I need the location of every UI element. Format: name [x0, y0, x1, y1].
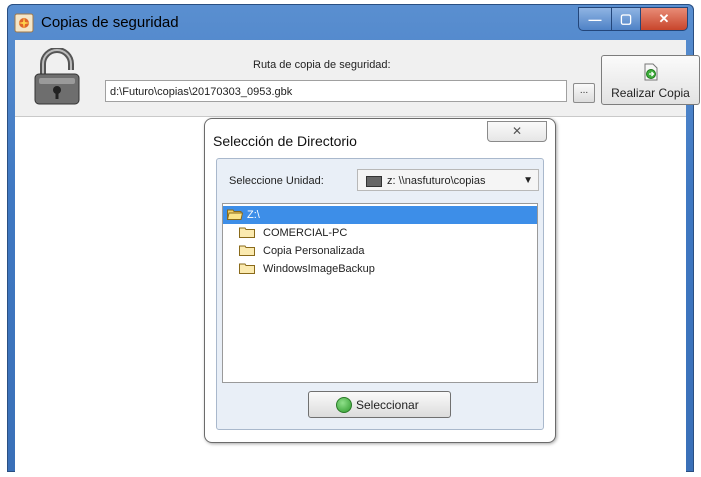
maximize-icon: ▢: [619, 11, 633, 26]
dialog-title: Selección de Directorio: [213, 133, 357, 149]
tree-item-label: Z:\: [247, 209, 260, 221]
directory-dialog: Selección de Directorio ✕ Seleccione Uni…: [204, 118, 556, 443]
save-backup-icon: [644, 63, 658, 81]
backup-button[interactable]: Realizar Copia: [601, 55, 700, 105]
tree-item-label: COMERCIAL-PC: [263, 227, 348, 239]
route-label: Ruta de copia de seguridad:: [253, 59, 391, 71]
padlock-icon: [34, 48, 80, 105]
close-icon: ✕: [511, 124, 523, 138]
tree-item-root[interactable]: Z:\: [223, 206, 537, 224]
backup-panel: Ruta de copia de seguridad: d:\Futuro\co…: [15, 40, 700, 117]
tree-item-label: Copia Personalizada: [263, 245, 365, 257]
title-bar[interactable]: Copias de seguridad — ▢ ✕: [7, 4, 694, 40]
backup-button-label: Realizar Copia: [611, 86, 690, 100]
dialog-body: Seleccione Unidad: z: \\nasfuturo\copias…: [216, 158, 544, 430]
browse-button[interactable]: ...: [573, 83, 595, 103]
minimize-button[interactable]: —: [578, 7, 611, 31]
select-button[interactable]: Seleccionar: [308, 391, 451, 418]
unit-select-value: z: \\nasfuturo\copias: [387, 175, 486, 187]
folder-icon: [239, 263, 255, 274]
close-button[interactable]: ✕: [640, 7, 688, 31]
close-icon: ✕: [658, 11, 670, 26]
folder-icon: [239, 227, 255, 238]
select-button-label: Seleccionar: [356, 398, 419, 412]
folder-open-icon: [227, 209, 243, 220]
route-input[interactable]: d:\Futuro\copias\20170303_0953.gbk: [105, 80, 567, 102]
window-title: Copias de seguridad: [41, 14, 179, 31]
network-drive-icon: [366, 176, 382, 187]
minimize-icon: —: [588, 11, 602, 27]
tree-item-label: WindowsImageBackup: [263, 263, 375, 275]
unit-select[interactable]: z: \\nasfuturo\copias ▼: [357, 169, 539, 191]
check-icon: [336, 397, 352, 413]
directory-tree[interactable]: Z:\ COMERCIAL-PC Copia Personalizada Win…: [222, 203, 538, 383]
unit-label: Seleccione Unidad:: [229, 175, 324, 187]
folder-icon: [239, 245, 255, 256]
chevron-down-icon: ▼: [523, 175, 533, 186]
app-icon: [14, 13, 34, 33]
dialog-close-button[interactable]: ✕: [487, 121, 547, 142]
maximize-button[interactable]: ▢: [611, 7, 640, 31]
